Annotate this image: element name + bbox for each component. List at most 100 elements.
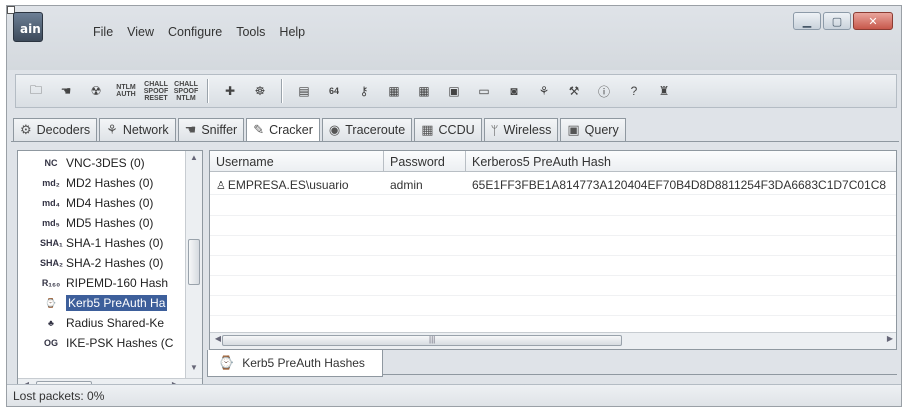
document-icon[interactable]: ▤ — [292, 80, 316, 102]
md5-icon: md₅ — [42, 218, 60, 228]
hash-type-tree: NC VNC-3DES (0) md₂ MD2 Hashes (0) md₄ MD4 … — [17, 150, 203, 396]
tree-vertical-scrollbar[interactable]: ▲ ▼ — [185, 151, 202, 379]
tree-item-md2[interactable]: md₂ MD2 Hashes (0) — [18, 173, 186, 193]
tree-item-sha1[interactable]: SHA₁ SHA-1 Hashes (0) — [18, 233, 186, 253]
grid-horizontal-scrollbar[interactable]: ◀ ||| ▶ — [210, 332, 896, 349]
tree-item-kerb5-preauth[interactable]: ⌚ Kerb5 PreAuth Ha — [18, 293, 186, 313]
scroll-thumb[interactable] — [188, 239, 200, 285]
tab-traceroute[interactable]: ◉ Traceroute — [321, 118, 413, 142]
network-icon[interactable]: ⚘ — [532, 80, 556, 102]
tree-item-sha2[interactable]: SHA₂ SHA-2 Hashes (0) — [18, 253, 186, 273]
chall-spoof-reset-icon[interactable]: CHALL SPOOF RESET — [144, 80, 169, 102]
radius-icon: ♣ — [48, 318, 54, 328]
menu-file[interactable]: File — [93, 25, 113, 43]
tab-divider — [11, 141, 899, 142]
menu-tools[interactable]: Tools — [236, 25, 265, 43]
password-cell: admin — [390, 177, 423, 192]
tab-label: Decoders — [36, 123, 91, 137]
tab-wireless[interactable]: ᛘ Wireless — [483, 118, 559, 142]
base64-icon[interactable]: 64 — [322, 80, 346, 102]
menu-help[interactable]: Help — [279, 25, 305, 43]
column-header-hash[interactable]: Kerberos5 PreAuth Hash — [466, 151, 896, 172]
tab-ccdu[interactable]: ▦ CCDU — [414, 118, 482, 142]
user-icon: ♙ — [216, 179, 226, 192]
ike-icon: OG — [43, 338, 58, 348]
wrench-icon[interactable]: ⚒ — [562, 80, 586, 102]
column-header-username[interactable]: Username — [210, 151, 384, 172]
tree-item-label: MD5 Hashes (0) — [66, 216, 154, 230]
table-row[interactable]: ♙ EMPRESA.ES\usuario admin 65E1FF3FBE1A81… — [210, 175, 896, 195]
plus-icon[interactable]: ✚ — [218, 80, 242, 102]
username-value: EMPRESA.ES\usuario — [227, 177, 349, 192]
scroll-down-icon[interactable]: ▼ — [186, 363, 202, 377]
network-icon: ⚘ — [106, 122, 118, 137]
tab-label: Cracker — [269, 123, 313, 137]
tab-label: Traceroute — [345, 123, 406, 137]
query-icon: ▣ — [567, 122, 580, 137]
grid-line — [210, 215, 896, 216]
grid-line — [210, 295, 896, 296]
chall-spoof-ntlm-icon[interactable]: CHALL SPOOF NTLM — [174, 80, 199, 102]
hash-cell: 65E1FF3FBE1A814773A120404EF70B4D8D881125… — [472, 177, 887, 192]
ntlm-auth-icon[interactable]: NTLM AUTH — [114, 80, 138, 102]
person-icon[interactable]: ♜ — [652, 80, 676, 102]
key-icon[interactable]: ⚷ — [352, 80, 376, 102]
md4-icon: md₄ — [42, 198, 60, 208]
tab-decoders[interactable]: ⚙ Decoders — [13, 118, 98, 142]
tab-sniffer[interactable]: ☚ Sniffer — [177, 118, 245, 142]
close-icon: ✕ — [868, 15, 878, 28]
scroll-up-icon[interactable]: ▲ — [186, 153, 202, 167]
scroll-thumb[interactable]: ||| — [222, 335, 622, 346]
menu-configure[interactable]: Configure — [168, 25, 222, 43]
tree-item-label: SHA-1 Hashes (0) — [66, 236, 164, 250]
sniff-icon[interactable]: ☸ — [248, 80, 272, 102]
tree-item-vnc-3des[interactable]: NC VNC-3DES (0) — [18, 153, 186, 173]
info-icon[interactable]: ⓘ — [592, 80, 616, 102]
tree-item-md4[interactable]: md₄ MD4 Hashes (0) — [18, 193, 186, 213]
menu-view[interactable]: View — [127, 25, 154, 43]
tree-item-label: Radius Shared-Ke — [66, 316, 165, 330]
tab-network[interactable]: ⚘ Network — [99, 118, 176, 142]
monitor1-icon[interactable]: ▭ — [472, 80, 496, 102]
radiation-icon[interactable]: ☢ — [84, 80, 108, 102]
tree-item-md5[interactable]: md₅ MD5 Hashes (0) — [18, 213, 186, 233]
minimize-button[interactable]: ▁ — [793, 12, 821, 30]
nc-icon: NC — [44, 158, 58, 168]
menu-bar: File View Configure Tools Help — [93, 25, 305, 43]
tab-query[interactable]: ▣ Query — [560, 118, 626, 142]
tree-item-label: RIPEMD-160 Hash — [66, 276, 169, 290]
kerberos-icon: ⌚ — [218, 355, 235, 370]
scroll-right-icon[interactable]: ▶ — [883, 334, 896, 343]
grid2-icon[interactable]: ▦ — [412, 80, 436, 102]
tree-item-radius[interactable]: ♣ Radius Shared-Ke — [18, 313, 186, 333]
minimize-icon: ▁ — [802, 15, 812, 28]
traceroute-icon: ◉ — [328, 122, 341, 137]
subtab-kerb5-preauth-hashes[interactable]: ⌚ Kerb5 PreAuth Hashes — [207, 350, 383, 377]
grid-line — [210, 315, 896, 316]
toolbar-separator — [207, 79, 209, 103]
grid1-icon[interactable]: ▦ — [382, 80, 406, 102]
toolbar-separator — [281, 79, 283, 103]
sha1-icon: SHA₁ — [40, 238, 63, 248]
open-icon[interactable]: 🗀 — [24, 80, 48, 102]
close-button[interactable]: ✕ — [853, 12, 893, 30]
tree-item-label: MD4 Hashes (0) — [66, 196, 154, 210]
tree-item-ike-psk[interactable]: OG IKE-PSK Hashes (C — [18, 333, 186, 353]
ripemd-icon: R₁₆₀ — [41, 278, 61, 288]
base64-label: 64 — [328, 86, 339, 96]
tree-item-ripemd160[interactable]: R₁₆₀ RIPEMD-160 Hash — [18, 273, 186, 293]
tab-cracker[interactable]: ✎ Cracker — [246, 118, 320, 142]
maximize-icon: ▢ — [831, 15, 843, 28]
monitor2-icon[interactable]: ◙ — [502, 80, 526, 102]
main-window: ain File View Configure Tools Help ▁ ▢ ✕… — [6, 5, 902, 407]
hand-icon[interactable]: ☚ — [54, 80, 78, 102]
nc-icon[interactable]: ▣ — [442, 80, 466, 102]
column-header-password[interactable]: Password — [384, 151, 466, 172]
tab-label: Network — [122, 123, 169, 137]
maximize-button[interactable]: ▢ — [823, 12, 851, 30]
grid-line — [210, 255, 896, 256]
main-tabs: ⚙ Decoders ⚘ Network ☚ Sniffer ✎ Cracker ◉ Tr… — [13, 118, 626, 142]
help-icon[interactable]: ? — [622, 80, 646, 102]
app-logo-text: ain — [20, 22, 41, 36]
grid-header: Username Password Kerberos5 PreAuth Hash — [210, 151, 896, 172]
